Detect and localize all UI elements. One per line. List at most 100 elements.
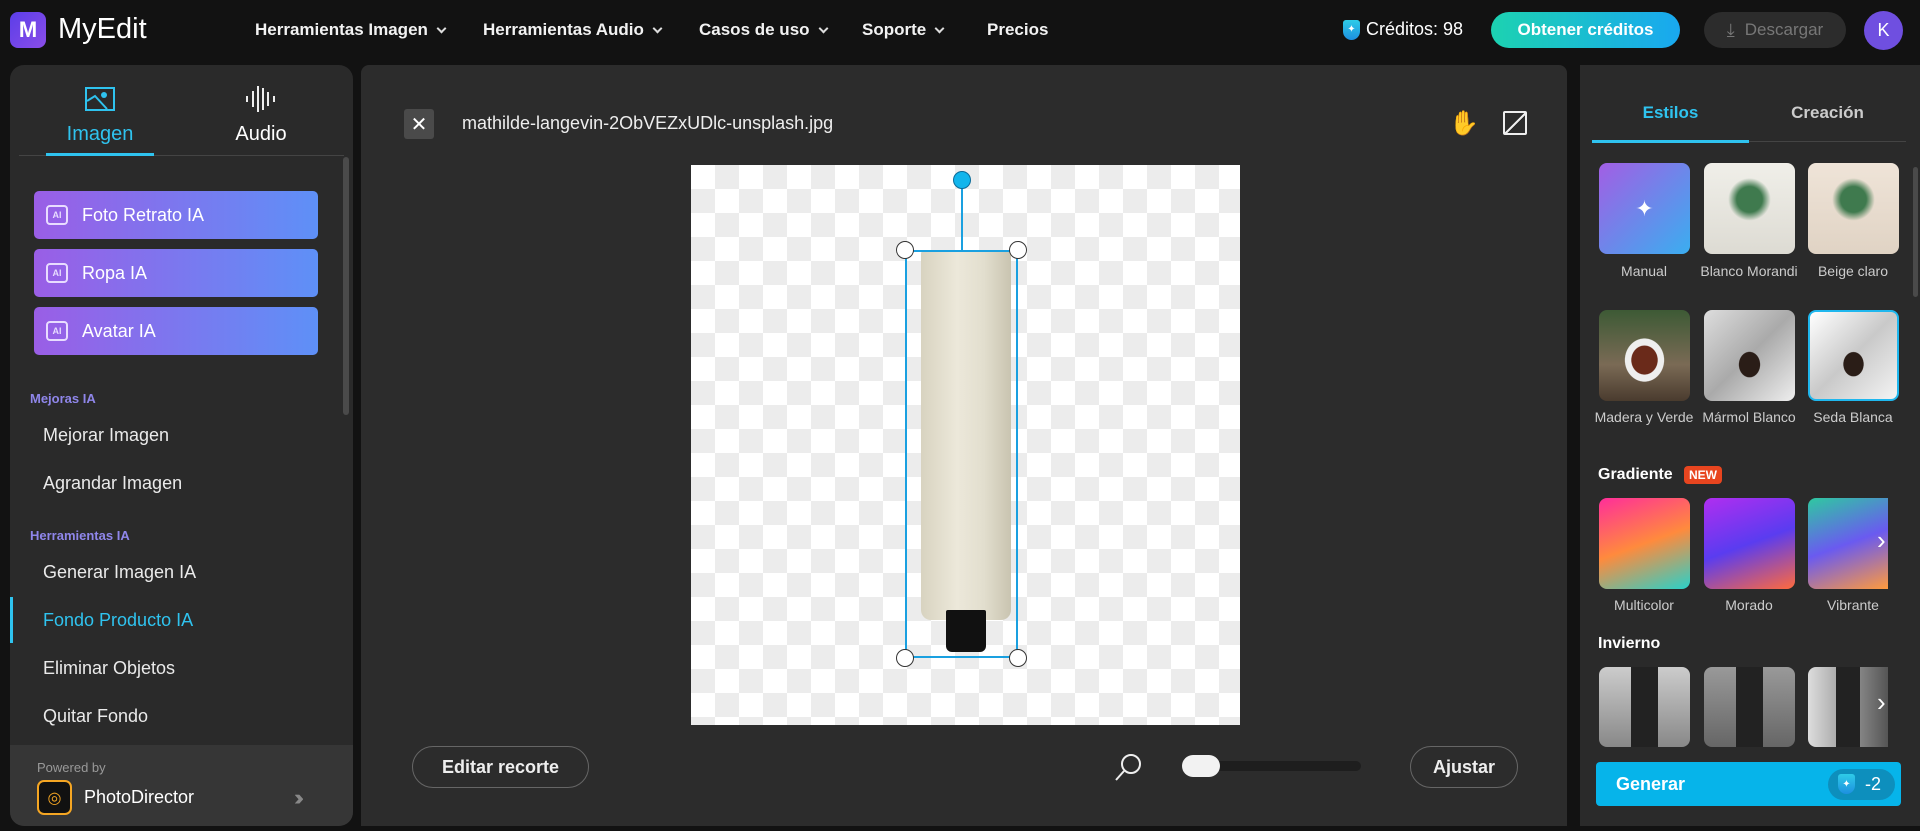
generate-label: Generar [1616, 773, 1686, 794]
style-beige-claro[interactable] [1808, 163, 1899, 254]
resize-handle-top-right[interactable] [1009, 241, 1027, 259]
nav-label: Soporte [862, 20, 927, 39]
zoom-icon [1113, 752, 1143, 787]
gradient-vibrante[interactable] [1808, 498, 1888, 589]
new-badge: NEW [1684, 466, 1722, 484]
chevron-right-icon[interactable]: › [1877, 687, 1886, 718]
zoom-slider-thumb[interactable] [1182, 755, 1220, 777]
compare-icon[interactable] [1503, 111, 1527, 135]
style-manual[interactable]: ✦ [1599, 163, 1690, 254]
sidebar-item-fondo-producto-ia[interactable]: Fondo Producto IA [43, 610, 193, 631]
section-mejoras-ia: Mejoras IA [30, 391, 96, 406]
tab-audio[interactable]: Audio [201, 83, 321, 146]
tab-label: Audio [235, 123, 287, 145]
tab-estilos[interactable]: Estilos [1592, 103, 1749, 123]
rotate-handle[interactable] [953, 171, 971, 189]
right-panel: Estilos Creación ✦ Manual Blanco Morandi… [1580, 65, 1920, 826]
nav-precios[interactable]: Precios [987, 20, 1048, 40]
generate-button[interactable]: Generar ✦ -2 [1596, 762, 1901, 806]
gradient-morado[interactable] [1704, 498, 1795, 589]
nav-label: Herramientas Audio [483, 20, 644, 39]
scrollbar[interactable] [1913, 167, 1918, 297]
powered-by-footer[interactable]: Powered by ◎ PhotoDirector ››› [10, 745, 353, 826]
style-madera-y-verde[interactable] [1599, 310, 1690, 401]
active-tab-indicator [46, 153, 154, 156]
sidebar-item-eliminar-objetos[interactable]: Eliminar Objetos [43, 658, 175, 679]
fit-button[interactable]: Ajustar [1410, 746, 1518, 788]
nav-herramientas-imagen[interactable]: Herramientas Imagen [255, 20, 447, 40]
download-button[interactable]: ⤓ Descargar [1704, 12, 1846, 48]
resize-handle-bottom-right[interactable] [1009, 649, 1027, 667]
sidebar-item-quitar-fondo[interactable]: Quitar Fondo [43, 706, 148, 727]
chevron-down-icon [436, 23, 447, 33]
style-label: Manual [1621, 263, 1667, 279]
button-label: Ropa IA [82, 262, 148, 283]
nav-label: Casos de uso [699, 20, 810, 39]
selection-box[interactable] [905, 250, 1018, 658]
sidebar-item-agrandar-imagen[interactable]: Agrandar Imagen [43, 473, 182, 494]
chevron-down-icon [934, 23, 945, 33]
avatar[interactable]: K [1864, 11, 1903, 50]
rotate-line [961, 181, 963, 251]
active-item-indicator [10, 597, 13, 643]
style-label: Mármol Blanco [1702, 409, 1796, 425]
credit-cost: ✦ -2 [1827, 768, 1895, 800]
tab-label: Imagen [66, 123, 134, 145]
button-label: Avatar IA [82, 320, 156, 341]
winter-style-3[interactable] [1808, 667, 1888, 747]
brand-name[interactable]: MyEdit [58, 13, 147, 46]
style-label: Beige claro [1817, 263, 1889, 279]
section-herramientas-ia: Herramientas IA [30, 528, 130, 543]
nav-label: Herramientas Imagen [255, 20, 428, 39]
file-name: mathilde-langevin-2ObVEZxUDlc-unsplash.j… [462, 113, 834, 133]
nav-casos-de-uso[interactable]: Casos de uso [699, 20, 828, 40]
style-seda-blanca[interactable] [1808, 310, 1899, 401]
scrollbar[interactable] [343, 157, 349, 415]
nav-label: Precios [987, 20, 1049, 39]
myedit-logo[interactable]: M [10, 12, 46, 48]
avatar-ia-button[interactable]: AI Avatar IA [34, 307, 318, 355]
tab-imagen[interactable]: Imagen [40, 83, 160, 146]
powered-by-label: Powered by [37, 760, 106, 775]
winter-style-2[interactable] [1704, 667, 1795, 747]
image-icon [40, 83, 160, 115]
section-invierno: Invierno [1598, 635, 1661, 652]
download-icon: ⤓ [1726, 19, 1735, 40]
credit-shield-icon: ✦ [1343, 19, 1360, 40]
chevron-right-icon[interactable]: › [1877, 525, 1886, 556]
sidebar-item-mejorar-imagen[interactable]: Mejorar Imagen [43, 425, 169, 446]
tab-creacion[interactable]: Creación [1749, 103, 1906, 123]
hand-pan-icon[interactable]: ✋ [1449, 109, 1479, 138]
chevron-down-icon [818, 23, 828, 33]
nav-herramientas-audio[interactable]: Herramientas Audio [483, 20, 663, 40]
close-icon[interactable]: ✕ [404, 109, 434, 139]
button-label: Foto Retrato IA [82, 204, 205, 225]
foto-retrato-ia-button[interactable]: AI Foto Retrato IA [34, 191, 318, 239]
sidebar-item-generar-imagen-ia[interactable]: Generar Imagen IA [43, 562, 196, 583]
resize-handle-top-left[interactable] [896, 241, 914, 259]
winter-style-1[interactable] [1599, 667, 1690, 747]
nav-soporte[interactable]: Soporte [862, 20, 945, 40]
style-label: Morado [1725, 597, 1773, 613]
gradient-multicolor[interactable] [1599, 498, 1690, 589]
chevron-down-icon [652, 23, 663, 33]
ai-sparkle-icon: AI [46, 321, 68, 341]
ai-sparkle-icon: AI [46, 263, 68, 283]
style-marmol-blanco[interactable] [1704, 310, 1795, 401]
style-label: Multicolor [1614, 597, 1674, 613]
double-chevron-right-icon[interactable]: ››› [294, 785, 304, 811]
style-label: Blanco Morandi [1700, 263, 1798, 279]
style-label: Seda Blanca [1813, 409, 1893, 425]
edit-crop-button[interactable]: Editar recorte [412, 746, 589, 788]
image-canvas[interactable] [691, 165, 1240, 725]
style-label: Madera y Verde [1594, 409, 1694, 425]
section-gradiente: Gradiente [1598, 466, 1673, 483]
get-credits-button[interactable]: Obtener créditos [1491, 12, 1680, 48]
download-label: Descargar [1744, 20, 1824, 39]
product-name: PhotoDirector [84, 787, 195, 807]
resize-handle-bottom-left[interactable] [896, 649, 914, 667]
ai-sparkle-icon: AI [46, 205, 68, 225]
photodirector-logo: ◎ [37, 780, 72, 815]
ropa-ia-button[interactable]: AI Ropa IA [34, 249, 318, 297]
style-blanco-morandi[interactable] [1704, 163, 1795, 254]
